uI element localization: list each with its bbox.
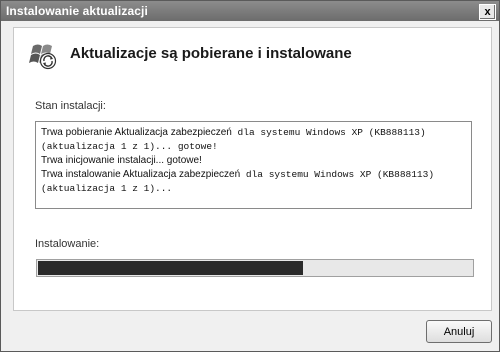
install-progress-bar (36, 259, 474, 277)
progress-label: Instalowanie: (35, 238, 100, 250)
page-heading: Aktualizacje są pobierane i instalowane (70, 45, 352, 62)
install-status-log[interactable]: Trwa pobieranie Aktualizacja zabezpiecze… (35, 121, 472, 209)
install-updates-dialog: Instalowanie aktualizacji x Aktualizacje… (0, 0, 500, 352)
log-line: Trwa instalowanie Aktualizacja zabezpiec… (41, 169, 435, 180)
windows-update-icon (29, 44, 57, 70)
log-line: (aktualizacja 1 z 1)... (41, 183, 173, 194)
title-bar[interactable]: Instalowanie aktualizacji x (1, 1, 499, 21)
content-panel: Aktualizacje są pobierane i instalowane … (13, 27, 492, 311)
cancel-button[interactable]: Anuluj (426, 320, 492, 343)
log-line: (aktualizacja 1 z 1)... gotowe! (41, 141, 218, 152)
install-status-label: Stan instalacji: (35, 100, 106, 112)
log-line: Trwa pobieranie Aktualizacja zabezpiecze… (41, 127, 426, 138)
window-title: Instalowanie aktualizacji (6, 4, 148, 18)
close-button[interactable]: x (479, 4, 496, 20)
progress-fill (38, 261, 303, 275)
log-line: Trwa inicjowanie instalacji... gotowe! (41, 155, 202, 166)
